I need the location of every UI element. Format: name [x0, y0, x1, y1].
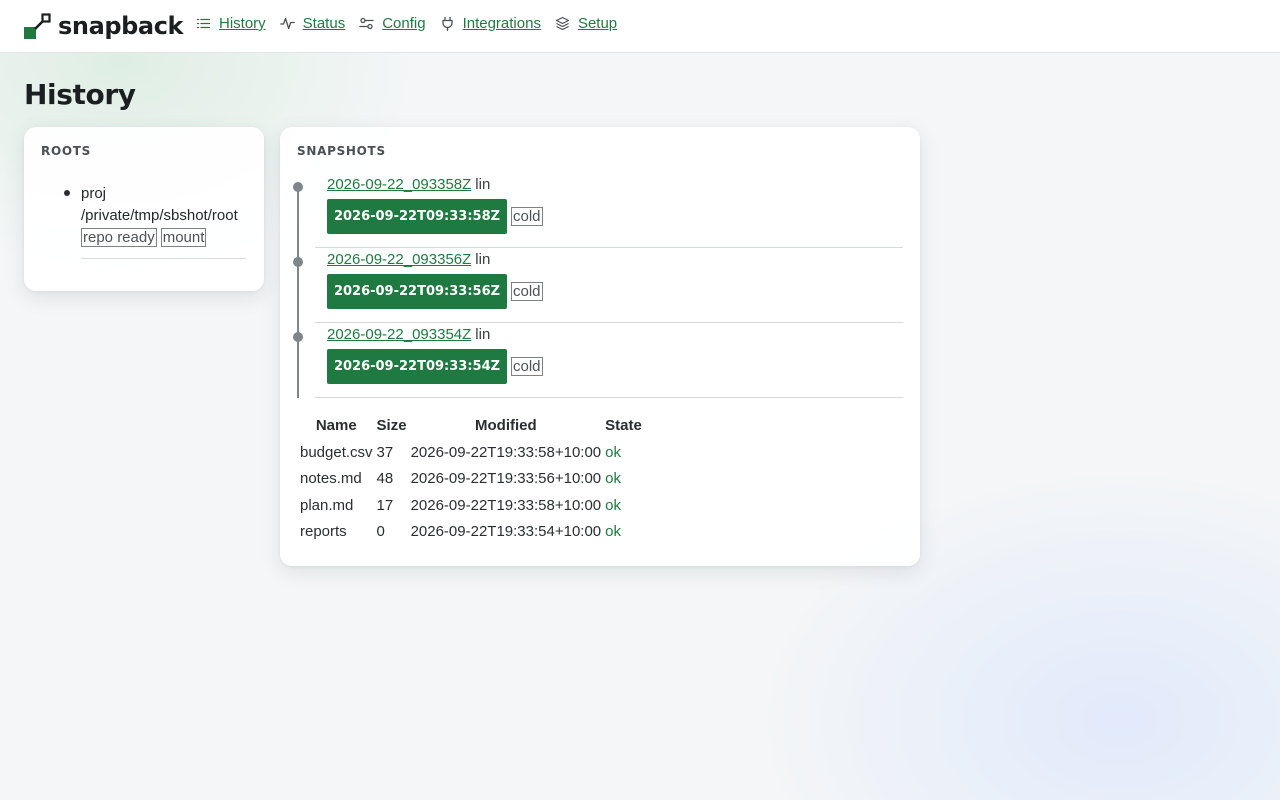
snapback-logo-icon	[24, 12, 51, 39]
timeline-line	[297, 183, 299, 398]
mount-button[interactable]: mount	[160, 228, 207, 247]
file-modified: 2026-09-22T19:33:56+10:00	[410, 470, 602, 488]
roots-heading: ROOTS	[41, 144, 91, 158]
sliders-icon	[359, 17, 374, 30]
page-title: History	[24, 78, 136, 111]
timeline-dot-icon	[293, 257, 303, 267]
root-path: /private/tmp/sbshot/root	[81, 207, 238, 224]
root-name: proj	[81, 185, 107, 202]
column-header-name: Name	[315, 417, 357, 434]
files-table: Name Size Modified State budget.csv 37 2…	[298, 415, 644, 545]
timeline-dot-icon	[293, 332, 303, 342]
pulse-icon	[279, 17, 295, 30]
file-state: ok	[605, 523, 621, 541]
file-name: notes.md	[300, 470, 362, 488]
snapshot-host: lin	[475, 176, 491, 193]
root-tags: repo ready mount	[81, 228, 238, 247]
snapshot-link[interactable]: 2026-09-22_093358Z	[327, 176, 471, 193]
snapshot-item: 2026-09-22_093354Z lin 2026-09-22T09:33:…	[293, 322, 903, 398]
repo-ready-badge: repo ready	[81, 228, 157, 247]
tier-badge: cold	[511, 207, 543, 226]
main-nav: History Status Config Integrations Setup	[196, 15, 631, 32]
snapshot-item: 2026-09-22_093356Z lin 2026-09-22T09:33:…	[293, 247, 903, 323]
bullet-icon	[64, 190, 70, 196]
tier-badge: cold	[511, 357, 543, 376]
file-name: budget.csv	[300, 443, 373, 461]
file-size: 0	[376, 523, 385, 541]
snapshot-timestamp-button[interactable]: 2026-09-22T09:33:54Z	[327, 349, 507, 384]
snapshot-item: 2026-09-22_093358Z lin 2026-09-22T09:33:…	[293, 172, 903, 248]
file-size: 17	[376, 496, 394, 514]
file-state: ok	[605, 443, 621, 461]
nav-item-label: Setup	[577, 15, 618, 32]
nav-item-label: History	[219, 15, 266, 32]
layers-icon	[555, 16, 570, 31]
nav-item-label: Status	[302, 15, 346, 32]
brand[interactable]: snapback	[24, 12, 184, 40]
table-header-row: Name Size Modified State	[298, 415, 644, 439]
snapshots-card: SNAPSHOTS 2026-09-22_093358Z lin 2026-09…	[280, 127, 920, 566]
table-row[interactable]: notes.md 48 2026-09-22T19:33:56+10:00 ok	[298, 466, 644, 493]
list-icon	[196, 18, 211, 29]
nav-item-status[interactable]: Status	[279, 15, 346, 32]
snapshot-host: lin	[475, 251, 491, 268]
file-state: ok	[605, 470, 621, 488]
file-size: 37	[376, 443, 394, 461]
plug-icon	[441, 16, 453, 31]
snapshot-link[interactable]: 2026-09-22_093356Z	[327, 251, 471, 268]
file-state: ok	[605, 496, 621, 514]
file-size: 48	[376, 470, 394, 488]
roots-card: ROOTS proj /private/tmp/sbshot/root repo…	[24, 127, 264, 291]
tier-badge: cold	[511, 282, 543, 301]
column-header-size: Size	[376, 417, 407, 434]
snapshot-timestamp-button[interactable]: 2026-09-22T09:33:58Z	[327, 199, 507, 234]
snapshot-timestamp-button[interactable]: 2026-09-22T09:33:56Z	[327, 274, 507, 309]
nav-item-config[interactable]: Config	[359, 15, 426, 32]
top-bar: snapback History Status Config Integrati…	[0, 0, 1280, 53]
root-divider	[81, 258, 246, 259]
table-row[interactable]: plan.md 17 2026-09-22T19:33:58+10:00 ok	[298, 492, 644, 519]
file-modified: 2026-09-22T19:33:54+10:00	[410, 523, 602, 541]
brand-name: snapback	[58, 12, 184, 40]
nav-item-history[interactable]: History	[196, 15, 266, 32]
file-modified: 2026-09-22T19:33:58+10:00	[410, 443, 602, 461]
file-modified: 2026-09-22T19:33:58+10:00	[410, 496, 602, 514]
roots-list: proj /private/tmp/sbshot/root repo ready…	[63, 183, 238, 247]
column-header-modified: Modified	[475, 417, 537, 434]
file-name: reports	[300, 523, 347, 541]
root-item: proj /private/tmp/sbshot/root repo ready…	[63, 183, 238, 247]
timeline-dot-icon	[293, 182, 303, 192]
table-row[interactable]: reports 0 2026-09-22T19:33:54+10:00 ok	[298, 519, 644, 546]
snapshots-heading: SNAPSHOTS	[297, 144, 386, 158]
snapshot-host: lin	[475, 326, 491, 343]
nav-item-setup[interactable]: Setup	[555, 15, 617, 32]
column-header-state: State	[605, 417, 642, 434]
table-row[interactable]: budget.csv 37 2026-09-22T19:33:58+10:00 …	[298, 439, 644, 466]
nav-item-label: Config	[382, 15, 426, 32]
snapshot-link[interactable]: 2026-09-22_093354Z	[327, 326, 471, 343]
nav-item-label: Integrations	[462, 15, 541, 32]
file-name: plan.md	[300, 496, 354, 514]
nav-item-integrations[interactable]: Integrations	[440, 15, 541, 32]
